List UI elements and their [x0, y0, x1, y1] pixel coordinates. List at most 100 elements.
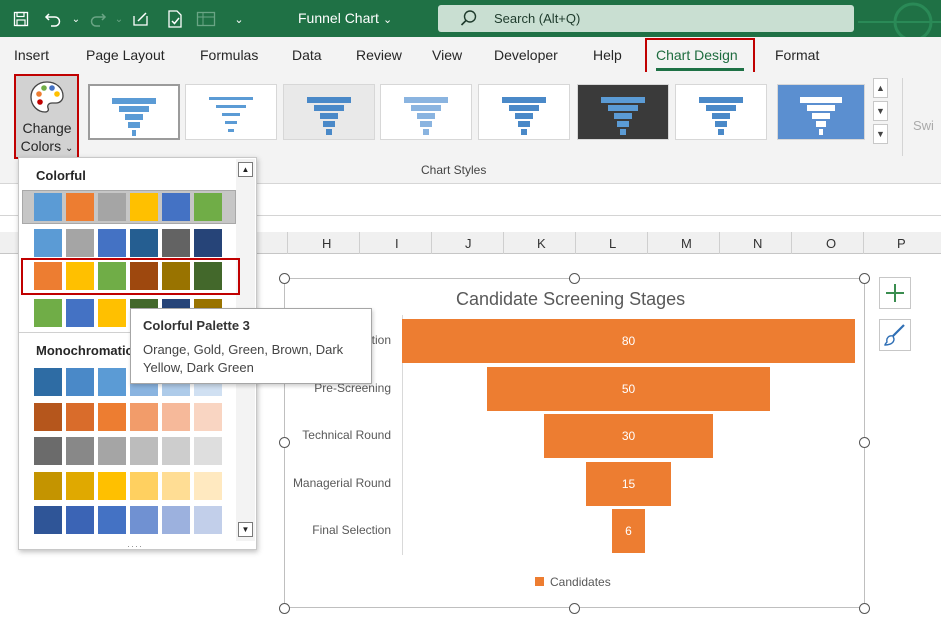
chart-style-thumbnail[interactable] [577, 84, 669, 140]
mono-color-swatch[interactable] [34, 368, 62, 396]
thumbnail-bar [208, 97, 254, 100]
funnel-bar[interactable]: 30 [543, 414, 714, 458]
category-label: Final Selection [312, 523, 391, 537]
scroll-down-icon[interactable]: ▼ [238, 522, 253, 537]
chart-style-thumbnail[interactable] [380, 84, 472, 140]
resize-handle-bottom[interactable] [569, 603, 580, 614]
document-check-icon[interactable] [164, 8, 186, 30]
resize-handle-top-left[interactable] [279, 273, 290, 284]
mono-color-swatch[interactable] [98, 506, 126, 534]
column-header[interactable]: N [753, 236, 762, 251]
document-title[interactable]: Funnel Chart ⌄ [298, 10, 392, 26]
chart-style-thumbnail[interactable] [777, 84, 865, 140]
column-header[interactable]: M [681, 236, 692, 251]
thumbnail-bar [600, 97, 646, 103]
tab-page-layout[interactable]: Page Layout [86, 47, 165, 63]
column-header[interactable]: J [465, 236, 472, 251]
mono-color-swatch[interactable] [130, 471, 158, 500]
tab-formulas[interactable]: Formulas [200, 47, 258, 63]
chart-style-thumbnail[interactable] [185, 84, 277, 140]
mono-color-swatch[interactable] [162, 471, 190, 500]
tab-review[interactable]: Review [356, 47, 402, 63]
monochromatic-heading: Monochromatic [36, 343, 133, 358]
change-colors-highlight [14, 74, 79, 159]
chart-title[interactable]: Candidate Screening Stages [456, 289, 685, 310]
thumbnail-bar [501, 97, 547, 103]
gallery-more[interactable]: ▼ [873, 124, 888, 144]
mono-color-swatch[interactable] [66, 471, 94, 500]
save-icon[interactable] [10, 8, 32, 30]
mono-color-swatch[interactable] [66, 368, 94, 396]
column-header[interactable]: P [897, 236, 906, 251]
mono-color-swatch[interactable] [194, 506, 222, 534]
chart-style-thumbnail[interactable] [283, 84, 375, 140]
funnel-bar[interactable]: 15 [586, 461, 671, 506]
mono-color-swatch[interactable] [66, 506, 94, 534]
funnel-bar[interactable]: 50 [486, 366, 771, 411]
column-separator [359, 232, 360, 254]
column-header[interactable]: H [322, 236, 331, 251]
mono-color-swatch[interactable] [34, 471, 62, 500]
search-placeholder: Search (Alt+Q) [494, 11, 581, 26]
chart-legend[interactable]: Candidates [535, 575, 611, 589]
chart-style-thumbnail[interactable] [88, 84, 180, 140]
mono-color-swatch[interactable] [34, 402, 62, 431]
chart-styles-button[interactable] [879, 319, 911, 351]
form-icon[interactable] [195, 8, 217, 30]
mono-color-swatch[interactable] [98, 471, 126, 500]
column-header[interactable]: K [537, 236, 546, 251]
tab-data[interactable]: Data [292, 47, 322, 63]
resize-handle-top-right[interactable] [859, 273, 870, 284]
funnel-bar[interactable]: 6 [611, 509, 646, 553]
mono-color-swatch[interactable] [130, 506, 158, 534]
mono-color-swatch[interactable] [66, 437, 94, 465]
tab-developer[interactable]: Developer [494, 47, 558, 63]
tab-format[interactable]: Format [775, 47, 819, 63]
funnel-bar[interactable]: 80 [402, 319, 855, 363]
resize-handle-bottom-left[interactable] [279, 603, 290, 614]
redo-icon[interactable] [87, 8, 109, 30]
thumbnail-bar [403, 97, 449, 103]
column-header[interactable]: O [826, 236, 836, 251]
switch-row-column-button[interactable]: Swi [913, 118, 934, 133]
tab-view[interactable]: View [432, 47, 462, 63]
undo-dropdown-icon[interactable]: ⌄ [65, 8, 87, 30]
column-header[interactable]: I [395, 236, 399, 251]
mono-color-swatch[interactable] [66, 402, 94, 431]
tab-help[interactable]: Help [593, 47, 622, 63]
resize-handle-left[interactable] [279, 437, 290, 448]
resize-grip-icon[interactable]: ···· [127, 541, 143, 549]
thumbnail-bar [818, 129, 824, 135]
customize-toolbar-icon[interactable]: ⌄ [228, 8, 250, 30]
redo-dropdown-icon[interactable]: ⌄ [108, 8, 130, 30]
mono-color-swatch[interactable] [98, 402, 126, 431]
search-box[interactable]: Search (Alt+Q) [438, 5, 854, 32]
resize-handle-top[interactable] [569, 273, 580, 284]
chart-style-thumbnail[interactable] [478, 84, 570, 140]
scroll-up-icon[interactable]: ▲ [238, 162, 253, 177]
mono-color-swatch[interactable] [194, 437, 222, 465]
column-header[interactable]: L [609, 236, 616, 251]
mono-color-swatch[interactable] [194, 402, 222, 431]
mono-color-swatch[interactable] [34, 506, 62, 534]
mono-color-swatch[interactable] [162, 437, 190, 465]
mono-color-swatch[interactable] [194, 471, 222, 500]
mono-color-swatch[interactable] [162, 506, 190, 534]
chart-style-thumbnail[interactable] [675, 84, 767, 140]
chart-elements-button[interactable] [879, 277, 911, 309]
mono-color-swatch[interactable] [130, 437, 158, 465]
mono-color-swatch[interactable] [162, 402, 190, 431]
resize-handle-right[interactable] [859, 437, 870, 448]
pen-mail-icon[interactable] [130, 8, 152, 30]
gallery-scroll-up[interactable]: ▲ [873, 78, 888, 98]
undo-icon[interactable] [42, 8, 64, 30]
data-label: 15 [621, 476, 636, 491]
mono-color-swatch[interactable] [34, 437, 62, 465]
resize-handle-bottom-right[interactable] [859, 603, 870, 614]
mono-color-swatch[interactable] [98, 437, 126, 465]
column-separator [503, 232, 504, 254]
mono-color-swatch[interactable] [98, 368, 126, 396]
mono-color-swatch[interactable] [130, 402, 158, 431]
gallery-scroll-down[interactable]: ▼ [873, 101, 888, 121]
tab-insert[interactable]: Insert [14, 47, 49, 63]
